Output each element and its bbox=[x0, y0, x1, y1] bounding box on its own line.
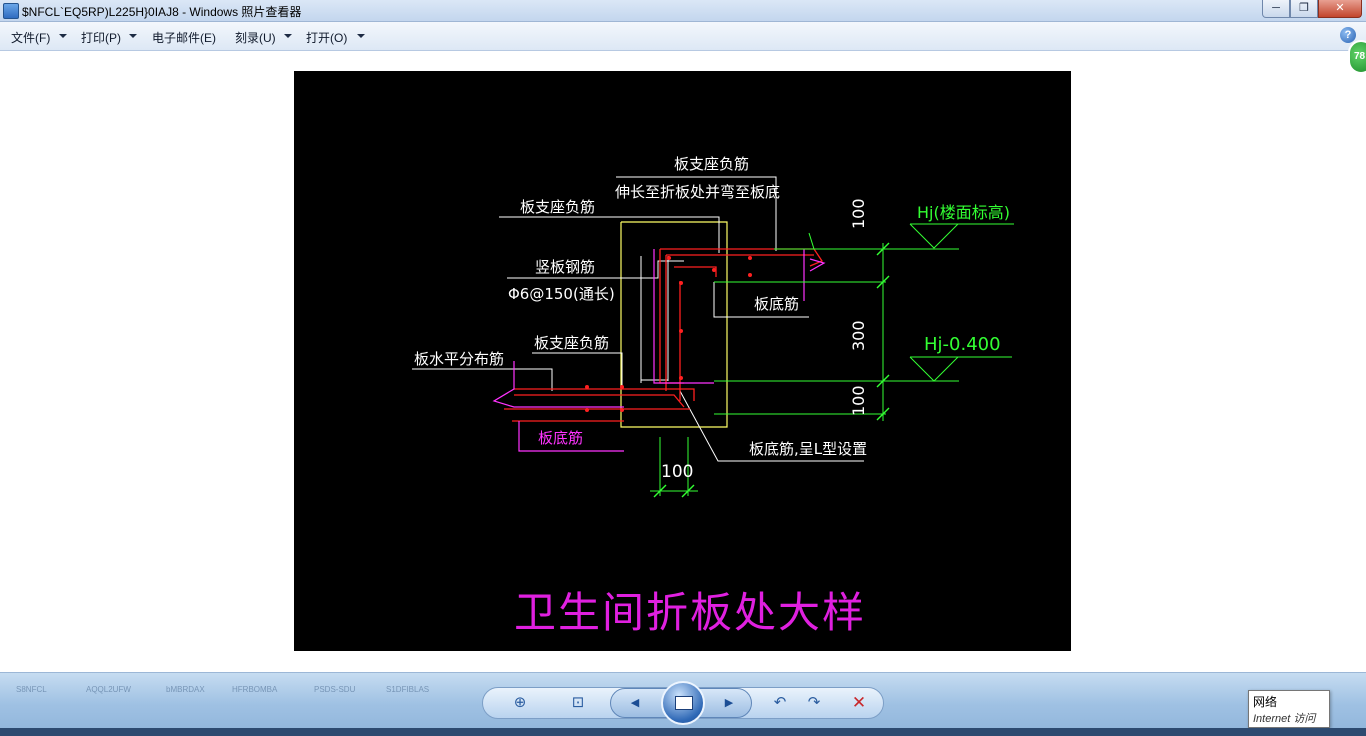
chevron-down-icon[interactable] bbox=[129, 34, 137, 38]
window-controls: ─ ❐ ✕ bbox=[1262, 0, 1362, 18]
menu-print[interactable]: 打印(P) bbox=[81, 29, 121, 46]
level-mid: Hj-0.400 bbox=[924, 334, 1001, 355]
rotate-right-icon[interactable]: ↷ bbox=[802, 691, 826, 715]
label-mid-neg: 板支座负筋 bbox=[534, 334, 610, 352]
concrete-outline bbox=[620, 221, 728, 428]
dim-100-bottom: 100 bbox=[849, 385, 868, 416]
label-vertical: 竖板钢筋 bbox=[535, 258, 596, 276]
minimize-button[interactable]: ─ bbox=[1262, 0, 1290, 18]
menu-open[interactable]: 打开(O) bbox=[306, 29, 347, 46]
label-bottom-l: 板底筋,呈L型设置 bbox=[749, 440, 868, 458]
network-badge: 78 bbox=[1348, 40, 1366, 74]
menu-bar: 文件(F) 打印(P) 电子邮件(E) 刻录(U) 打开(O) ? bbox=[0, 22, 1366, 51]
dim-100-top: 100 bbox=[849, 198, 868, 229]
dim-100-horizontal: 100 bbox=[661, 462, 694, 482]
ghost-text: S8NFCL bbox=[16, 685, 47, 694]
maximize-button[interactable]: ❐ bbox=[1290, 0, 1318, 18]
label-top-a: 板支座负筋 bbox=[674, 155, 750, 173]
image-canvas: 板支座负筋 伸长至折板处并弯至板底 板支座负筋 竖板钢筋 Φ6@150(通长) … bbox=[294, 71, 1071, 651]
close-button[interactable]: ✕ bbox=[1318, 0, 1362, 18]
title-bar: $NFCL`EQ5RP)L225H}0IAJ8 - Windows 照片查看器 … bbox=[0, 0, 1366, 22]
menu-file[interactable]: 文件(F) bbox=[11, 29, 50, 46]
leader-lines bbox=[412, 176, 864, 462]
next-button[interactable]: ▶ bbox=[711, 692, 747, 714]
label-horizontal-dist: 板水平分布筋 bbox=[414, 350, 505, 368]
tooltip-line1: 网络 bbox=[1253, 695, 1278, 709]
label-left-top: 板支座负筋 bbox=[520, 198, 596, 216]
label-bottom-left: 板底筋 bbox=[538, 429, 584, 447]
chevron-down-icon[interactable] bbox=[59, 34, 67, 38]
help-icon[interactable]: ? bbox=[1340, 27, 1356, 43]
ghost-text: HFRBOMBA bbox=[232, 685, 278, 694]
chevron-down-icon[interactable] bbox=[357, 34, 365, 38]
delete-icon[interactable]: ✕ bbox=[847, 691, 871, 715]
network-tooltip: 网络 Internet 访问 bbox=[1248, 690, 1330, 728]
window-title: $NFCL`EQ5RP)L225H}0IAJ8 - Windows 照片查看器 bbox=[22, 5, 302, 19]
level-top: Hj(楼面标高) bbox=[917, 203, 1010, 222]
drawing-caption: 卫生间折板处大样 bbox=[514, 588, 867, 637]
menu-email[interactable]: 电子邮件(E) bbox=[152, 29, 216, 46]
label-top-b: 伸长至折板处并弯至板底 bbox=[615, 183, 781, 201]
label-bottom-mid: 板底筋 bbox=[754, 295, 800, 313]
slideshow-button[interactable] bbox=[661, 681, 705, 725]
ghost-text: bMBRDAX bbox=[166, 685, 205, 694]
menu-burn[interactable]: 刻录(U) bbox=[235, 29, 276, 46]
slideshow-icon bbox=[675, 696, 693, 710]
previous-button[interactable]: ◀ bbox=[617, 692, 653, 714]
chevron-down-icon[interactable] bbox=[284, 34, 292, 38]
fit-window-icon[interactable]: ⊡ bbox=[566, 691, 590, 715]
app-icon bbox=[3, 3, 19, 19]
label-vertical-spec: Φ6@150(通长) bbox=[508, 285, 615, 303]
dim-300: 300 bbox=[849, 320, 868, 351]
rotate-left-icon[interactable]: ↶ bbox=[768, 691, 792, 715]
taskbar bbox=[0, 728, 1366, 736]
ghost-text: PSDS-SDU bbox=[314, 685, 356, 694]
ghost-text: S1DFIBLAS bbox=[386, 685, 430, 694]
ghost-text: AQQL2UFW bbox=[86, 685, 131, 694]
tooltip-line2: Internet 访问 bbox=[1253, 713, 1316, 725]
zoom-icon[interactable]: ⊕ bbox=[508, 691, 532, 715]
